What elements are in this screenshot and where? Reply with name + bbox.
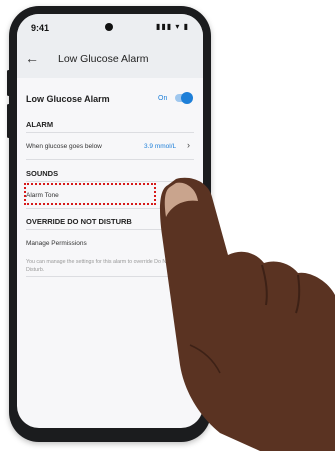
app-bar: ← Low Glucose Alarm <box>17 40 203 78</box>
arrow-left-icon[interactable]: ← <box>25 50 39 66</box>
manage-permissions-label: Manage Permissions <box>26 240 87 247</box>
toggle-state-text: On <box>158 95 168 102</box>
section-header-alarm: ALARM <box>26 120 54 129</box>
toggle-label: Low Glucose Alarm <box>26 94 110 104</box>
glucose-threshold-row[interactable]: When glucose goes below 3.9 mmol/L › <box>17 133 203 159</box>
chevron-right-icon: › <box>187 140 190 150</box>
page-title: Low Glucose Alarm <box>58 53 149 65</box>
front-camera <box>105 23 113 31</box>
phone-volume-button <box>7 70 10 96</box>
divider <box>26 159 194 160</box>
threshold-label: When glucose goes below <box>26 143 102 150</box>
phone-power-button <box>7 104 10 138</box>
status-icons: ▮▮▮ ▾ ▮ <box>155 22 189 31</box>
pointing-hand-illustration <box>160 177 335 451</box>
section-header-override-dnd: OVERRIDE DO NOT DISTURB <box>26 217 132 226</box>
switch-knob <box>181 92 193 104</box>
low-glucose-alarm-toggle-row[interactable]: Low Glucose Alarm On <box>17 84 203 112</box>
status-bar: 9:41 ▮▮▮ ▾ ▮ <box>17 14 203 40</box>
threshold-value: 3.9 mmol/L <box>144 143 177 150</box>
section-header-sounds: SOUNDS <box>26 169 59 178</box>
status-time: 9:41 <box>31 23 50 33</box>
alarm-toggle-switch[interactable] <box>175 92 193 104</box>
alarm-tone-highlight <box>24 183 156 205</box>
